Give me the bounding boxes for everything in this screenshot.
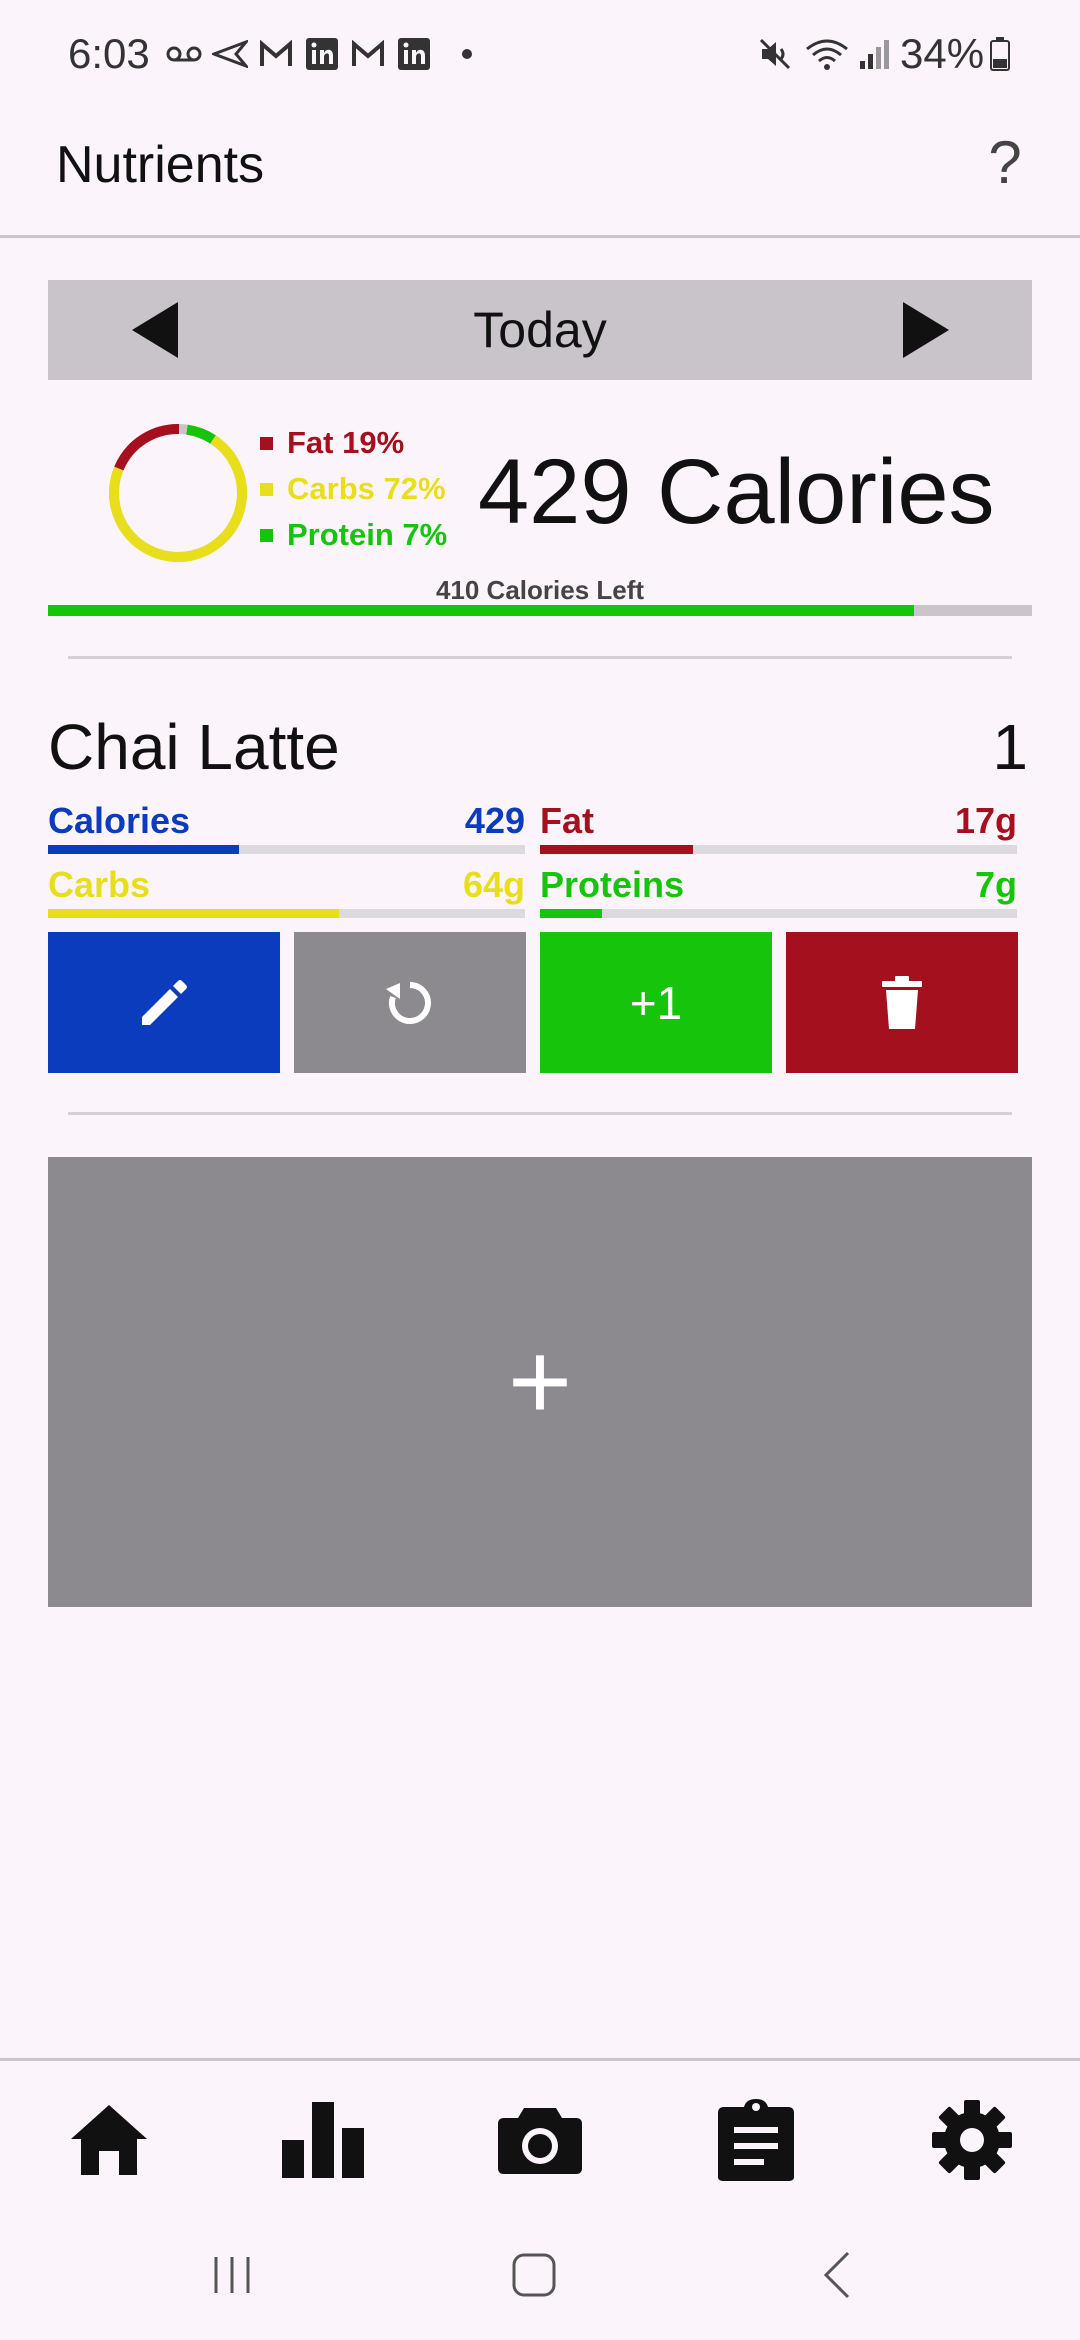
nutrient-bar-proteins bbox=[540, 909, 1017, 918]
nutrient-label-fat: Fat bbox=[540, 800, 594, 841]
wifi-icon bbox=[802, 36, 852, 72]
calorie-progress-fill bbox=[48, 605, 914, 616]
calorie-progress-bar bbox=[48, 605, 1032, 616]
food-quantity: 1 bbox=[992, 711, 1028, 783]
bottom-nav-divider bbox=[0, 2058, 1080, 2061]
divider bbox=[68, 656, 1012, 659]
nav-stats[interactable] bbox=[273, 2090, 373, 2190]
increment-label: +1 bbox=[629, 976, 683, 1029]
total-calories: 429 Calories bbox=[478, 441, 995, 543]
donut-segment-fat bbox=[109, 424, 247, 562]
triangle-left-icon bbox=[132, 302, 178, 358]
divider bbox=[68, 1112, 1012, 1115]
legend-label-fat: Fat 19% bbox=[287, 425, 405, 460]
back-chevron-icon bbox=[823, 2251, 850, 2299]
date-label: Today bbox=[473, 302, 607, 358]
nutrient-value-proteins: 7g bbox=[974, 864, 1017, 905]
trash-icon bbox=[882, 975, 922, 1029]
nav-camera[interactable] bbox=[490, 2090, 590, 2190]
home-icon bbox=[71, 2105, 147, 2175]
home-square-icon bbox=[512, 2253, 556, 2297]
nutrient-bar-calories bbox=[48, 845, 525, 854]
nutrient-bar-fill-proteins bbox=[540, 909, 602, 918]
status-time: 6:03 bbox=[68, 30, 150, 77]
date-navigator: Today bbox=[48, 280, 1032, 380]
legend-swatch-protein bbox=[260, 528, 273, 542]
gmail-icon bbox=[256, 36, 296, 72]
pencil-icon bbox=[142, 979, 187, 1025]
add-food-label: + bbox=[507, 1320, 573, 1443]
prev-day-button[interactable] bbox=[128, 300, 188, 360]
nutrient-label-proteins: Proteins bbox=[540, 864, 685, 905]
nutrient-bar-fill-fat bbox=[540, 845, 693, 854]
legend-swatch-carbs bbox=[260, 482, 273, 496]
linkedin-icon bbox=[302, 36, 342, 72]
recent-apps-button[interactable] bbox=[192, 2245, 272, 2305]
battery-percent: 34% bbox=[900, 30, 985, 77]
linkedin-icon bbox=[394, 36, 434, 72]
nutrient-bar-fat bbox=[540, 845, 1017, 854]
recent-apps-icon bbox=[214, 2257, 250, 2293]
nutrient-bar-fill-calories bbox=[48, 845, 239, 854]
nutrient-bar-fill-carbs bbox=[48, 909, 339, 918]
signal-icon bbox=[855, 36, 895, 72]
triangle-right-icon bbox=[903, 302, 949, 358]
nutrient-label-carbs: Carbs bbox=[48, 864, 151, 905]
delete-button[interactable] bbox=[786, 932, 1018, 1073]
donut-segment-protein bbox=[109, 424, 247, 562]
nav-home[interactable] bbox=[59, 2090, 159, 2190]
clipboard-icon bbox=[718, 2099, 794, 2181]
dot-icon bbox=[452, 36, 482, 72]
legend-fat: Fat 19% bbox=[260, 425, 404, 461]
nav-log[interactable] bbox=[706, 2090, 806, 2190]
macro-donut-chart bbox=[103, 418, 253, 568]
donut-segment-carbs bbox=[109, 424, 247, 562]
gmail-icon bbox=[348, 36, 388, 72]
legend-carbs: Carbs 72% bbox=[260, 471, 446, 507]
add-food-button[interactable]: + bbox=[48, 1157, 1032, 1607]
home-system-button[interactable] bbox=[494, 2245, 574, 2305]
increment-button[interactable]: +1 bbox=[540, 932, 772, 1073]
refresh-icon bbox=[386, 981, 431, 1024]
app-bar-divider bbox=[0, 235, 1080, 238]
reset-button[interactable] bbox=[294, 932, 526, 1073]
help-button[interactable]: ? bbox=[975, 128, 1035, 208]
mute-icon bbox=[755, 36, 795, 72]
nutrient-value-fat: 17g bbox=[954, 800, 1017, 841]
legend-label-protein: Protein 7% bbox=[287, 517, 448, 552]
nutrient-label-calories: Calories bbox=[48, 800, 191, 841]
page-title: Nutrients bbox=[56, 136, 265, 194]
nutrient-bar-carbs bbox=[48, 909, 525, 918]
battery-icon bbox=[985, 36, 1015, 72]
next-day-button[interactable] bbox=[893, 300, 953, 360]
calories-left: 410 Calories Left bbox=[435, 575, 645, 605]
back-button[interactable] bbox=[798, 2245, 878, 2305]
legend-label-carbs: Carbs 72% bbox=[287, 471, 446, 506]
donut-segment-remaining bbox=[109, 424, 247, 562]
bar-chart-icon bbox=[282, 2102, 364, 2178]
nav-settings[interactable] bbox=[922, 2090, 1022, 2190]
camera-icon bbox=[498, 2108, 582, 2174]
nutrient-value-carbs: 64g bbox=[462, 864, 525, 905]
edit-button[interactable] bbox=[48, 932, 280, 1073]
send-icon bbox=[210, 36, 250, 72]
gear-icon bbox=[932, 2100, 1012, 2180]
food-name: Chai Latte bbox=[48, 711, 340, 783]
status-bar: 6:03 34% bbox=[0, 0, 1080, 115]
legend-protein: Protein 7% bbox=[260, 517, 447, 553]
legend-swatch-fat bbox=[260, 436, 273, 450]
voicemail-icon bbox=[164, 36, 204, 72]
nutrient-value-calories: 429 bbox=[464, 800, 525, 841]
